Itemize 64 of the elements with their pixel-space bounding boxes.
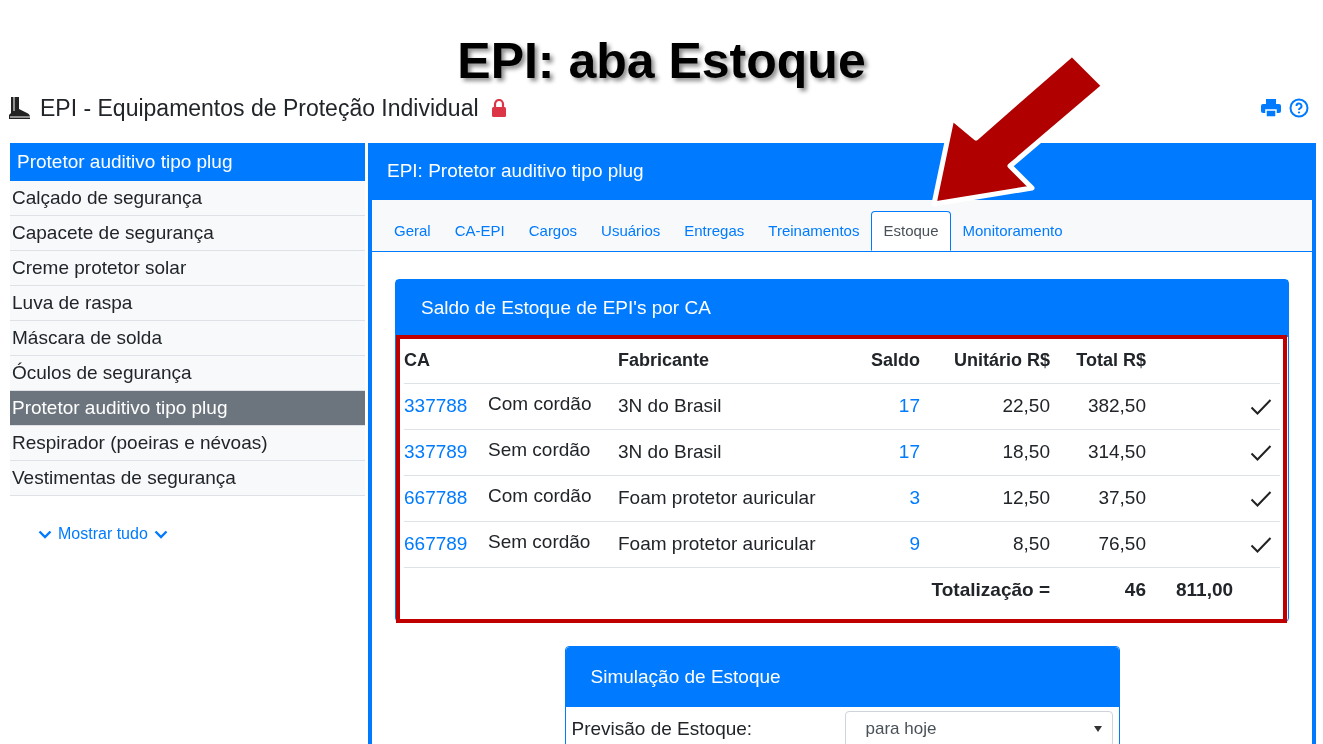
tab[interactable]: CA-EPI xyxy=(442,211,517,251)
table-cell-text: 314,50 xyxy=(1086,440,1146,465)
totals-label: Totalização = xyxy=(930,578,1050,603)
table-cell-text: 18,50 xyxy=(1001,440,1050,465)
help-icon[interactable] xyxy=(1289,98,1309,118)
table-cell-text: 3N do Brasil xyxy=(618,394,723,419)
total-value: 811,00 xyxy=(1175,578,1235,603)
forecast-select[interactable]: para hoje xyxy=(844,711,1113,744)
balance-link[interactable]: 17 xyxy=(840,438,920,467)
sidebar-item[interactable]: Máscara de solda xyxy=(10,321,365,356)
table-cell-text: 37,50 xyxy=(1097,486,1146,511)
table-cell-text: Com cordão xyxy=(488,392,593,417)
column-header: CA xyxy=(404,348,431,372)
table-cell-text: 76,50 xyxy=(1097,532,1146,557)
ca-link[interactable]: 667788 xyxy=(404,484,488,513)
sidebar-item[interactable]: Creme protetor solar xyxy=(10,251,365,286)
tab[interactable]: Entregas xyxy=(672,211,757,251)
balance-link[interactable]: 9 xyxy=(840,530,920,559)
ca-link[interactable]: 667789 xyxy=(404,530,488,559)
field-label: Previsão de Estoque: xyxy=(571,716,753,741)
page-title: EPI - Equipamentos de Proteção Individual xyxy=(40,93,479,123)
sidebar-item[interactable]: Respirador (poeiras e névoas) xyxy=(10,426,365,461)
tab[interactable]: Estoque xyxy=(871,211,951,251)
table-cell-text: 382,50 xyxy=(1086,394,1146,419)
panel-title: EPI: Protetor auditivo tipo plug xyxy=(386,159,645,184)
table-cell-text: 22,50 xyxy=(1001,394,1050,419)
card-header: Simulação de Estoque xyxy=(565,647,1119,707)
table-cell-text: Sem cordão xyxy=(488,530,592,555)
sidebar-item[interactable]: Óculos de segurança xyxy=(10,356,365,391)
tab[interactable]: Usuários xyxy=(589,211,673,251)
sidebar-item[interactable]: Capacete de segurança xyxy=(10,216,365,251)
total-balance: 46 xyxy=(1123,578,1146,603)
boot-icon xyxy=(6,95,32,121)
balance-link[interactable]: 17 xyxy=(840,392,920,421)
sidebar-header: Protetor auditivo tipo plug xyxy=(10,143,365,181)
column-header: Unitário R$ xyxy=(953,348,1050,372)
sidebar-item[interactable]: Luva de raspa xyxy=(10,286,365,321)
table-cell-text: 12,50 xyxy=(1001,486,1050,511)
table-cell-text: Com cordão xyxy=(488,484,593,509)
table-cell-text: 8,50 xyxy=(1012,532,1050,557)
chevron-down-icon xyxy=(38,529,52,539)
tab[interactable]: Geral xyxy=(382,211,443,251)
ca-link[interactable]: 337789 xyxy=(404,438,488,467)
column-header: Saldo xyxy=(870,348,920,372)
table-cell-text: Foam protetor auricular xyxy=(618,486,817,511)
column-header: Total R$ xyxy=(1075,348,1146,372)
ca-link[interactable]: 337788 xyxy=(404,392,488,421)
sidebar-item[interactable]: Vestimentas de segurança xyxy=(10,461,365,496)
table-cell-text: Foam protetor auricular xyxy=(618,532,817,557)
column-header: Fabricante xyxy=(618,348,711,372)
show-all-link[interactable]: Mostrar tudo xyxy=(38,522,168,546)
balance-link[interactable]: 3 xyxy=(840,484,920,513)
table-cell-text: Sem cordão xyxy=(488,438,592,463)
card-header: Saldo de Estoque de EPI's por CA xyxy=(396,280,1288,337)
tab[interactable]: Treinamentos xyxy=(756,211,872,251)
chevron-down-icon xyxy=(153,529,168,539)
tab[interactable]: Monitoramento xyxy=(950,211,1075,251)
print-icon[interactable] xyxy=(1261,99,1281,117)
slide-title: EPI: aba Estoque xyxy=(457,36,866,86)
sidebar-item[interactable]: Calçado de segurança xyxy=(10,181,365,216)
table-cell-text: 3N do Brasil xyxy=(618,440,723,465)
caret-icon xyxy=(1093,726,1102,732)
tab[interactable]: Cargos xyxy=(516,211,590,251)
sidebar-item[interactable]: Protetor auditivo tipo plug xyxy=(10,391,365,426)
